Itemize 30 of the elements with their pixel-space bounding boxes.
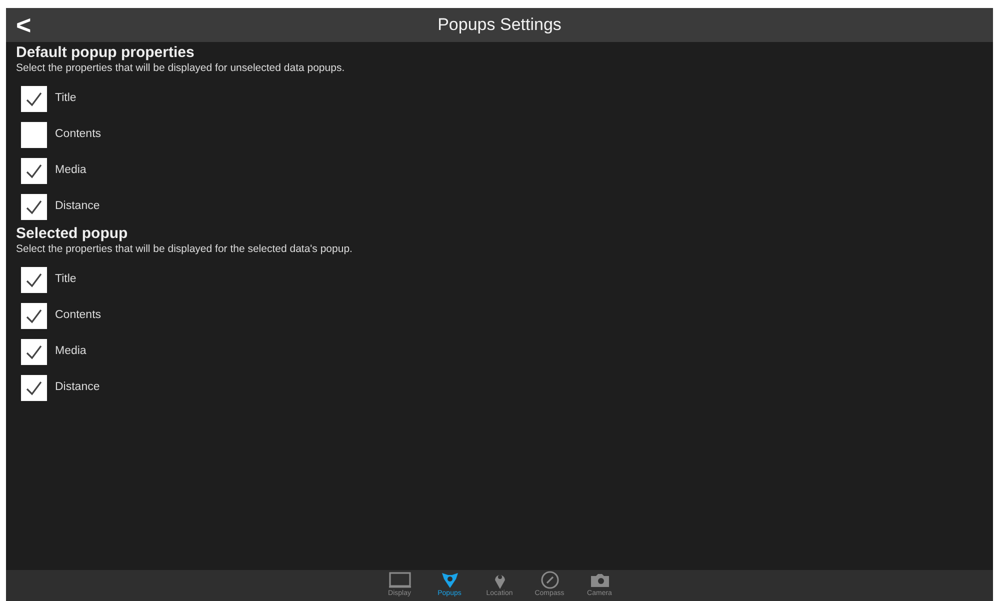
checkmark-icon (25, 344, 43, 360)
checkbox[interactable] (21, 266, 47, 292)
checkmark-icon (25, 198, 43, 215)
section-title: Selected popup (16, 224, 129, 242)
checkbox[interactable] (21, 122, 47, 148)
checkmark-icon (25, 308, 43, 324)
back-button[interactable]: < (6, 12, 42, 38)
option-label: Title (55, 91, 76, 106)
checkmark-icon (25, 162, 43, 179)
checkbox[interactable] (21, 158, 47, 184)
section-description: Select the properties that will be displayed for unselected data popups. (16, 61, 346, 76)
option-label: Distance (55, 380, 100, 395)
checkmark-icon (25, 380, 43, 396)
checkbox[interactable] (21, 374, 47, 400)
option-label: Contents (55, 308, 102, 323)
checkmark-icon (25, 90, 43, 107)
checkbox[interactable] (21, 194, 47, 220)
option-label: Distance (55, 199, 100, 214)
screen-title: Popups Settings (438, 15, 562, 34)
section-description: Select the properties that will be displayed for the selected data's popup. (16, 242, 354, 257)
option-label: Media (55, 344, 86, 359)
checkbox[interactable] (21, 302, 47, 328)
checkmark-icon (25, 272, 43, 288)
checkbox[interactable] (21, 86, 47, 112)
option-label: Title (55, 272, 76, 287)
option-label: Contents (55, 127, 102, 142)
option-label: Media (55, 163, 86, 178)
monitor-icon (388, 570, 412, 590)
section-title: Default popup properties (16, 44, 196, 61)
checkbox[interactable] (21, 338, 47, 364)
